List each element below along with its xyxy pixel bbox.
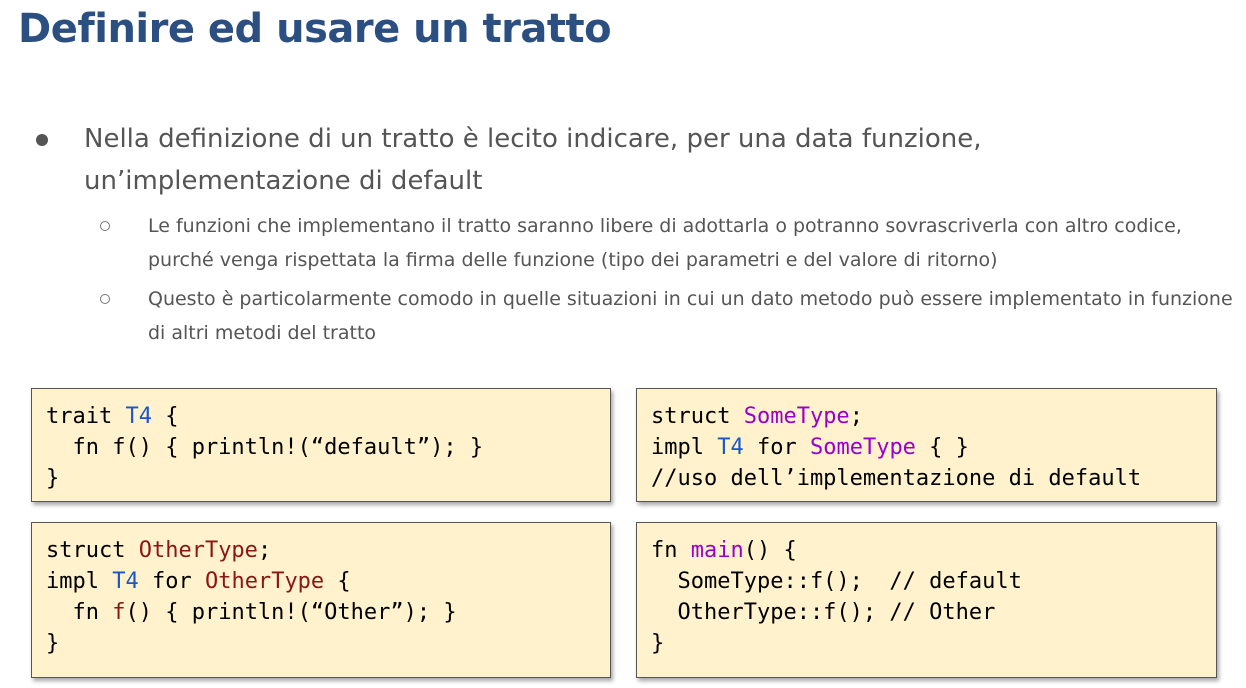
bullet-dot-icon: [36, 134, 48, 146]
code-line: }: [46, 631, 60, 656]
code-line: struct OtherType;: [46, 538, 272, 563]
main-bullet: Nella definizione di un tratto è lecito …: [36, 118, 1226, 202]
main-bullet-text: Nella definizione di un tratto è lecito …: [84, 124, 982, 196]
code-line: OtherType::f(); // Other: [651, 600, 996, 625]
code-line: SomeType::f(); // default: [651, 569, 1022, 594]
code-line: trait T4 {: [46, 404, 179, 429]
code-line: impl T4 for OtherType {: [46, 569, 351, 594]
code-line: }: [46, 466, 60, 491]
sub-bullet-1-text: Le funzioni che implementano il tratto s…: [148, 215, 1182, 271]
hollow-bullet-icon: [100, 294, 110, 304]
code-line: struct SomeType;: [651, 404, 863, 429]
code-block-main: fn main() { SomeType::f(); // default Ot…: [636, 522, 1217, 678]
code-line: fn f() { println!(“Other”); }: [46, 600, 457, 625]
code-line: fn main() {: [651, 538, 797, 563]
slide-title: Definire ed usare un tratto: [18, 6, 612, 52]
code-comment-line: //uso dell’implementazione di default: [651, 466, 1142, 491]
hollow-bullet-icon: [100, 221, 110, 231]
sub-bullet-2-text: Questo è particolarmente comodo in quell…: [148, 288, 1233, 344]
sub-bullet-1: Le funzioni che implementano il tratto s…: [100, 209, 1240, 277]
code-block-sometype: struct SomeType; impl T4 for SomeType { …: [636, 388, 1217, 502]
code-line: }: [651, 631, 665, 656]
sub-bullet-2: Questo è particolarmente comodo in quell…: [100, 282, 1240, 350]
code-block-trait: trait T4 { fn f() { println!(“default”);…: [31, 388, 611, 502]
code-line: fn f() { println!(“default”); }: [46, 435, 484, 460]
code-line: impl T4 for SomeType { }: [651, 435, 969, 460]
code-block-othertype: struct OtherType; impl T4 for OtherType …: [31, 522, 611, 678]
